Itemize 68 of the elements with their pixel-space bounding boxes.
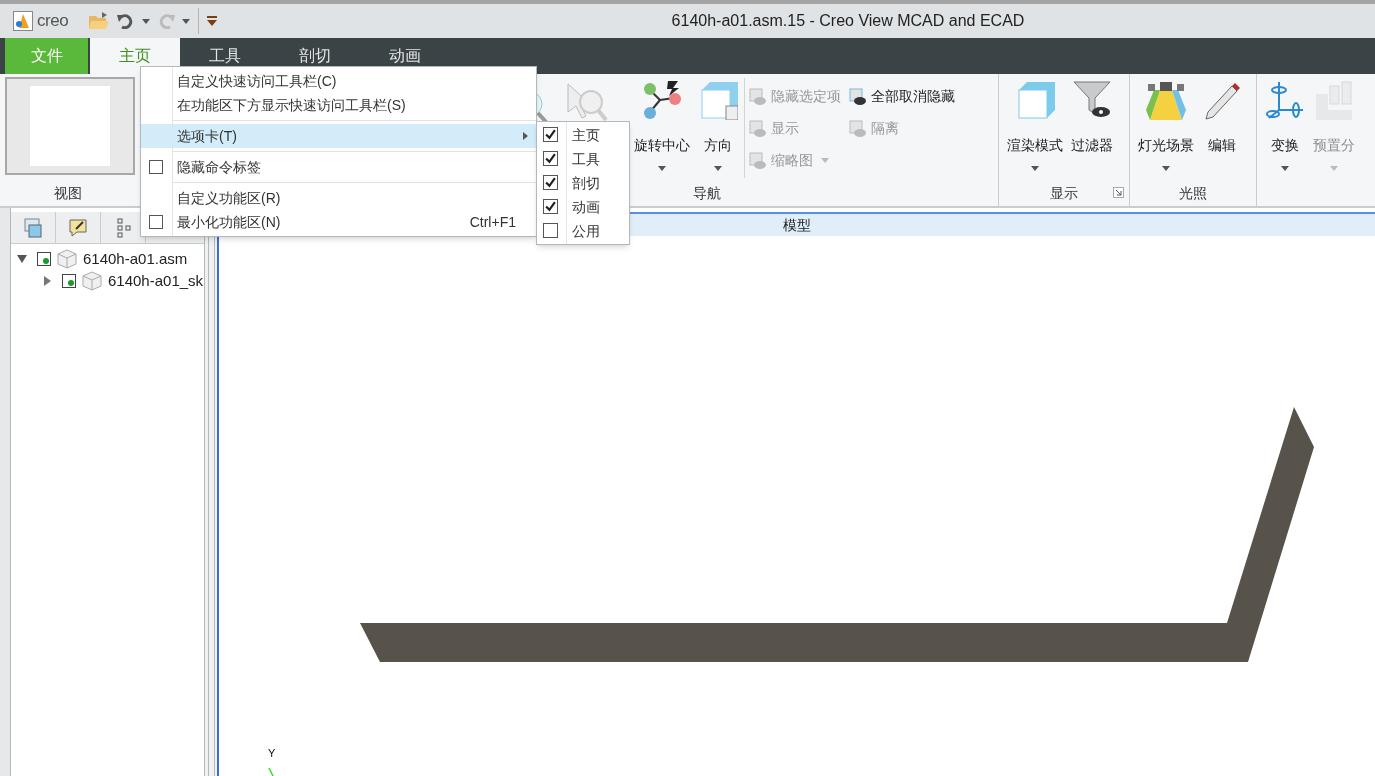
checkbox[interactable] <box>149 215 163 229</box>
checkbox[interactable] <box>543 199 558 214</box>
caret-icon <box>142 18 151 24</box>
isolate-icon <box>847 118 867 138</box>
ribbon-button[interactable]: 全部取消隐藏 <box>847 80 955 112</box>
pencil-icon <box>1202 80 1242 120</box>
cube-icon <box>698 80 738 120</box>
caret-icon <box>1162 166 1170 171</box>
caret-icon <box>182 18 191 24</box>
caret-icon <box>1330 166 1338 171</box>
axis-label: Y <box>268 748 276 759</box>
view-thumbnail[interactable] <box>5 77 135 175</box>
logo-icon <box>13 11 33 31</box>
ribbon-button[interactable]: 方向 <box>694 74 742 174</box>
status-icon <box>62 274 76 288</box>
cube-icon <box>1015 80 1055 120</box>
ribbon-button[interactable]: 变换 <box>1261 74 1309 174</box>
checkbox[interactable] <box>543 223 558 238</box>
menu-item[interactable]: 工具 <box>537 147 629 171</box>
menu-item[interactable]: 自定义功能区(R) <box>141 186 536 210</box>
ribbon-tab[interactable]: 主页 <box>90 38 180 74</box>
group-label: 光照 <box>1179 183 1207 203</box>
caret-icon <box>1281 166 1289 171</box>
note-icon <box>68 216 88 239</box>
group-label: 视图 <box>54 183 82 203</box>
menu-item[interactable]: 隐藏命令标签 <box>141 155 536 179</box>
tree-view-icon <box>23 216 43 239</box>
light-icon <box>1146 80 1186 120</box>
menu-item[interactable]: 选项卡(T) <box>141 124 536 148</box>
caret-icon <box>1031 166 1039 171</box>
checkbox[interactable] <box>543 127 558 142</box>
pivot-icon <box>642 80 682 120</box>
blocks-icon <box>1314 80 1354 120</box>
open-folder-icon <box>88 11 111 31</box>
checkbox[interactable] <box>543 175 558 190</box>
part-icon <box>82 271 102 291</box>
group-label: 显示 <box>1050 183 1078 203</box>
app-logo-text: creo <box>37 10 69 33</box>
ribbon-button[interactable]: 过滤器 <box>1067 74 1117 174</box>
submenu-arrow-icon <box>523 132 528 140</box>
tree-item[interactable]: 6140h-a01.asm <box>83 247 188 271</box>
part-icon <box>57 249 77 269</box>
caret-icon <box>714 166 722 171</box>
ribbon-button[interactable]: 渲染模式 <box>1003 74 1067 174</box>
menu-item[interactable]: 剖切 <box>537 171 629 195</box>
window-title: 6140h-a01.asm.15 - Creo View MCAD and ECAD <box>670 11 1026 31</box>
ribbon-button[interactable]: 旋转中心 <box>630 74 694 174</box>
thumbnail-icon <box>747 150 767 170</box>
checkbox[interactable] <box>149 160 163 174</box>
hide-icon <box>747 86 767 106</box>
caret-icon <box>658 166 666 171</box>
checkbox[interactable] <box>543 151 558 166</box>
axis-line <box>268 767 274 776</box>
customize-toolbar-icon <box>207 16 218 26</box>
caret-icon <box>821 157 829 163</box>
status-icon <box>37 252 51 266</box>
ribbon-button[interactable]: 灯光场景 <box>1134 74 1198 174</box>
menu-item[interactable]: 在功能区下方显示快速访问工具栏(S) <box>141 93 536 117</box>
filter-icon <box>1072 80 1112 120</box>
group-label: 导航 <box>693 183 721 203</box>
unhide-icon <box>847 86 867 106</box>
expanded-arrow-icon[interactable] <box>17 254 27 264</box>
collapsed-arrow-icon[interactable] <box>42 276 52 286</box>
axes-icon <box>1265 80 1305 120</box>
ribbon-button[interactable]: 编辑 <box>1198 74 1246 174</box>
menu-item[interactable]: 主页 <box>537 123 629 147</box>
tree-item[interactable]: 6140h-a01_sk <box>108 269 204 292</box>
show-icon <box>747 118 767 138</box>
